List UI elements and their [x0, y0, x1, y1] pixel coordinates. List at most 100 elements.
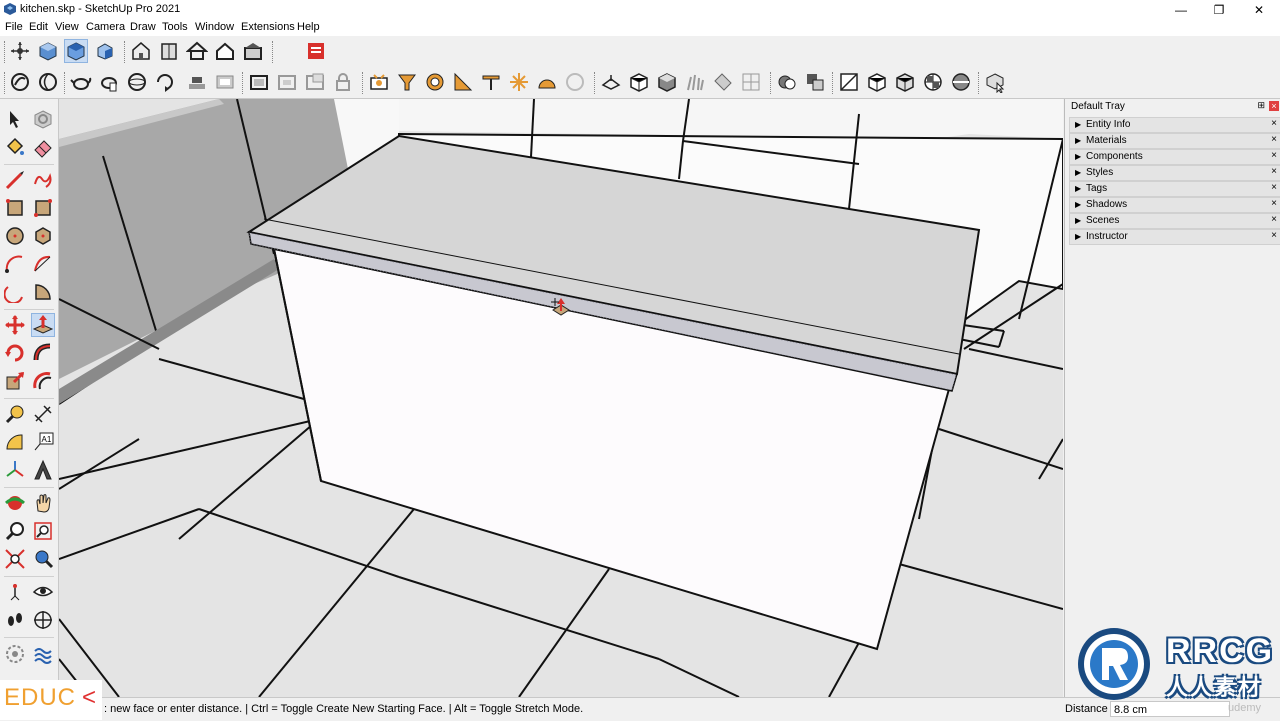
tray-pin-icon[interactable]: ⊞ [1257, 100, 1265, 111]
rotate-sphere-icon[interactable] [154, 71, 176, 93]
teapot-hand-icon[interactable] [98, 71, 120, 93]
house-front-icon[interactable] [214, 40, 236, 62]
sandbox-icon[interactable] [186, 71, 208, 93]
rotated-rectangle-icon[interactable] [32, 197, 54, 219]
line-icon[interactable] [4, 169, 26, 191]
panel-materials[interactable]: ▶ Materials × [1069, 133, 1280, 149]
triangle-ruler-icon[interactable] [452, 71, 474, 93]
monochrome-sphere-icon[interactable] [950, 71, 972, 93]
make-component-icon[interactable] [32, 108, 54, 130]
tape-measure-icon[interactable] [4, 403, 26, 425]
style-wireframe-icon[interactable] [37, 71, 59, 93]
orbit-icon[interactable] [4, 492, 26, 514]
panel-instructor[interactable]: ▶ Instructor × [1069, 229, 1280, 245]
lock-icon[interactable] [332, 71, 354, 93]
section-plane-icon[interactable] [32, 609, 54, 631]
toolbar-grip[interactable] [978, 72, 981, 94]
menu-camera[interactable]: Camera [86, 21, 125, 33]
iso-view-icon[interactable] [37, 40, 59, 62]
zoom-window-icon[interactable] [32, 520, 54, 542]
solid-tools-icon[interactable] [804, 71, 826, 93]
section-plane-icon[interactable] [600, 71, 622, 93]
rectangle-icon[interactable] [4, 197, 26, 219]
intersect-icon[interactable] [776, 71, 798, 93]
toolbar-grip[interactable] [770, 72, 773, 94]
panel-close-icon[interactable]: × [1271, 134, 1277, 145]
component-pointer-icon[interactable] [984, 71, 1006, 93]
close-window-button[interactable]: ✕ [1244, 2, 1274, 18]
pan-icon[interactable] [32, 492, 54, 514]
toolbar-grip[interactable] [4, 72, 7, 94]
cube-outline-icon[interactable] [866, 71, 888, 93]
previous-view-icon[interactable] [32, 548, 54, 570]
cube-disabled-icon[interactable] [564, 71, 586, 93]
push-pull-icon[interactable] [31, 313, 55, 337]
circle-icon[interactable] [4, 225, 26, 247]
freehand-icon[interactable] [32, 169, 54, 191]
circle-target-icon[interactable] [424, 71, 446, 93]
three-point-arc-icon[interactable] [4, 281, 26, 303]
zoom-extents-icon[interactable] [4, 548, 26, 570]
panel-close-icon[interactable]: × [1271, 150, 1277, 161]
component-icon[interactable] [276, 71, 298, 93]
menu-help[interactable]: Help [297, 21, 320, 33]
panel-close-icon[interactable]: × [1271, 198, 1277, 209]
toolbar-grip[interactable] [272, 41, 275, 63]
toolbar-grip[interactable] [4, 41, 7, 63]
teapot-icon[interactable] [70, 71, 92, 93]
panel-components[interactable]: ▶ Components × [1069, 149, 1280, 165]
toolbar-grip[interactable] [124, 41, 127, 63]
polygon-icon[interactable] [32, 225, 54, 247]
extension-warehouse-icon[interactable] [305, 40, 327, 62]
menu-edit[interactable]: Edit [29, 21, 48, 33]
sphere-icon[interactable] [126, 71, 148, 93]
toolbar-grip[interactable] [362, 72, 365, 94]
menu-file[interactable]: File [5, 21, 23, 33]
explode-icon[interactable] [304, 71, 326, 93]
orbit-icon[interactable] [9, 40, 31, 62]
axes-icon[interactable] [4, 459, 26, 481]
toolbar-grip[interactable] [594, 72, 597, 94]
arc-icon[interactable] [4, 253, 26, 275]
drawing-viewport[interactable] [59, 99, 1063, 697]
look-around-icon[interactable] [32, 581, 54, 603]
panel-scenes[interactable]: ▶ Scenes × [1069, 213, 1280, 229]
menu-tools[interactable]: Tools [162, 21, 188, 33]
sparkle-icon[interactable] [508, 71, 530, 93]
menu-window[interactable]: Window [195, 21, 234, 33]
panel-shadows[interactable]: ▶ Shadows × [1069, 197, 1280, 213]
protractor-icon[interactable] [4, 431, 26, 453]
dimension-icon[interactable] [32, 403, 54, 425]
text-icon[interactable]: A1 [32, 431, 54, 453]
move-icon[interactable] [4, 314, 26, 336]
panel-close-icon[interactable]: × [1271, 214, 1277, 225]
smoove-icon[interactable] [32, 643, 54, 665]
restore-button[interactable]: ❐ [1204, 2, 1234, 18]
select-icon[interactable] [4, 108, 26, 130]
menu-view[interactable]: View [55, 21, 79, 33]
toolbar-grip[interactable] [242, 72, 245, 94]
house-side-icon[interactable] [242, 40, 264, 62]
table-icon[interactable] [480, 71, 502, 93]
checker-sphere-icon[interactable] [922, 71, 944, 93]
tag-icon[interactable] [712, 71, 734, 93]
two-point-arc-icon[interactable] [32, 253, 54, 275]
eraser-icon[interactable] [32, 136, 54, 158]
menu-extensions[interactable]: Extensions [241, 21, 295, 33]
scale-icon[interactable] [4, 370, 26, 392]
panel-close-icon[interactable]: × [1271, 182, 1277, 193]
box-icon[interactable] [628, 71, 650, 93]
tray-close-button[interactable]: × [1269, 101, 1279, 111]
follow-me-icon[interactable] [32, 342, 54, 364]
house-icon[interactable] [130, 40, 152, 62]
camera-icon[interactable] [368, 71, 390, 93]
toolbar-grip[interactable] [64, 72, 67, 94]
menu-draw[interactable]: Draw [130, 21, 156, 33]
print-icon[interactable] [214, 71, 236, 93]
style-xray-icon[interactable] [9, 71, 31, 93]
rotate-icon[interactable] [4, 342, 26, 364]
toolbar-grip[interactable] [832, 72, 835, 94]
kitchen-3d-scene[interactable] [59, 99, 1063, 697]
grass-icon[interactable] [684, 71, 706, 93]
group-icon[interactable] [248, 71, 270, 93]
